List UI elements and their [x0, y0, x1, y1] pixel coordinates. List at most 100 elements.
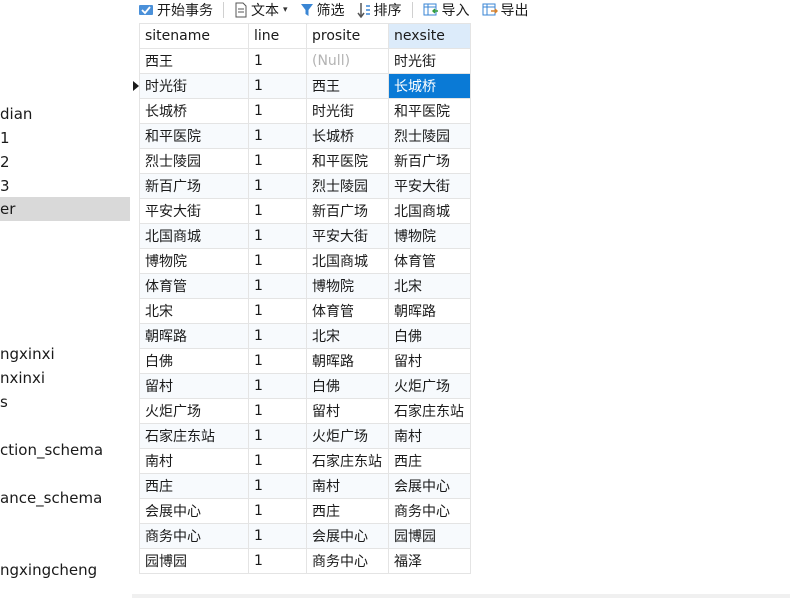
table-row[interactable]: 时光街 1 西王 长城桥 — [132, 73, 471, 99]
table-cell-prosite[interactable]: 西庄 — [306, 498, 389, 524]
table-cell-nexsite[interactable]: 长城桥 — [388, 73, 471, 99]
table-row[interactable]: 园博园 1 商务中心 福泽 — [132, 548, 471, 574]
table-cell-line[interactable]: 1 — [248, 98, 307, 124]
table-cell-nexsite[interactable]: 北国商城 — [388, 198, 471, 224]
table-cell-sitename[interactable]: 园博园 — [139, 548, 249, 574]
table-cell-line[interactable]: 1 — [248, 198, 307, 224]
table-cell-nexsite[interactable]: 时光街 — [388, 48, 471, 74]
table-cell-line[interactable]: 1 — [248, 323, 307, 349]
table-cell-sitename[interactable]: 南村 — [139, 448, 249, 474]
table-row[interactable]: 白佛 1 朝晖路 留村 — [132, 348, 471, 374]
table-cell-prosite[interactable]: 时光街 — [306, 98, 389, 124]
table-cell-prosite[interactable]: (Null) — [306, 48, 389, 74]
table-cell-line[interactable]: 1 — [248, 298, 307, 324]
table-cell-line[interactable]: 1 — [248, 448, 307, 474]
table-cell-nexsite[interactable]: 平安大街 — [388, 173, 471, 199]
table-row[interactable]: 西王 1 (Null) 时光街 — [132, 48, 471, 74]
table-row[interactable]: 烈士陵园 1 和平医院 新百广场 — [132, 148, 471, 174]
table-row[interactable]: 新百广场 1 烈士陵园 平安大街 — [132, 173, 471, 199]
table-cell-nexsite[interactable]: 烈士陵园 — [388, 123, 471, 149]
begin-transaction-button[interactable]: 开始事务 — [132, 0, 219, 20]
table-cell-line[interactable]: 1 — [248, 223, 307, 249]
table-row[interactable]: 西庄 1 南村 会展中心 — [132, 473, 471, 499]
table-cell-prosite[interactable]: 白佛 — [306, 373, 389, 399]
column-header-sitename[interactable]: sitename — [139, 23, 249, 49]
table-row[interactable]: 北宋 1 体育管 朝晖路 — [132, 298, 471, 324]
table-cell-prosite[interactable]: 长城桥 — [306, 123, 389, 149]
table-cell-line[interactable]: 1 — [248, 548, 307, 574]
table-cell-prosite[interactable]: 体育管 — [306, 298, 389, 324]
table-cell-nexsite[interactable]: 体育管 — [388, 248, 471, 274]
table-row[interactable]: 留村 1 白佛 火炬广场 — [132, 373, 471, 399]
tree-item[interactable]: 3 — [0, 174, 130, 198]
table-cell-prosite[interactable]: 烈士陵园 — [306, 173, 389, 199]
table-cell-sitename[interactable]: 朝晖路 — [139, 323, 249, 349]
table-row[interactable]: 博物院 1 北国商城 体育管 — [132, 248, 471, 274]
table-cell-prosite[interactable]: 西王 — [306, 73, 389, 99]
table-cell-prosite[interactable]: 新百广场 — [306, 198, 389, 224]
table-cell-sitename[interactable]: 留村 — [139, 373, 249, 399]
table-cell-sitename[interactable]: 和平医院 — [139, 123, 249, 149]
table-cell-sitename[interactable]: 烈士陵园 — [139, 148, 249, 174]
table-cell-nexsite[interactable]: 火炬广场 — [388, 373, 471, 399]
table-cell-line[interactable]: 1 — [248, 73, 307, 99]
table-cell-sitename[interactable]: 新百广场 — [139, 173, 249, 199]
table-cell-sitename[interactable]: 时光街 — [139, 73, 249, 99]
table-cell-sitename[interactable]: 商务中心 — [139, 523, 249, 549]
table-cell-line[interactable]: 1 — [248, 373, 307, 399]
table-cell-sitename[interactable]: 平安大街 — [139, 198, 249, 224]
table-cell-nexsite[interactable]: 商务中心 — [388, 498, 471, 524]
table-cell-sitename[interactable]: 西庄 — [139, 473, 249, 499]
table-row[interactable]: 和平医院 1 长城桥 烈士陵园 — [132, 123, 471, 149]
tree-item[interactable]: ance_schema — [0, 486, 130, 510]
text-button[interactable]: 文本 ▾ — [228, 0, 294, 20]
table-cell-line[interactable]: 1 — [248, 248, 307, 274]
table-cell-nexsite[interactable]: 新百广场 — [388, 148, 471, 174]
table-cell-sitename[interactable]: 长城桥 — [139, 98, 249, 124]
table-cell-nexsite[interactable]: 西庄 — [388, 448, 471, 474]
chevron-down-icon[interactable]: ▾ — [283, 5, 288, 15]
tree-item-selected[interactable]: er — [0, 197, 130, 221]
tree-item[interactable]: ngxingcheng — [0, 558, 130, 582]
table-cell-prosite[interactable]: 平安大街 — [306, 223, 389, 249]
tree-item[interactable]: s — [0, 390, 130, 414]
column-header-line[interactable]: line — [248, 23, 307, 49]
table-cell-nexsite[interactable]: 会展中心 — [388, 473, 471, 499]
table-cell-prosite[interactable]: 南村 — [306, 473, 389, 499]
table-cell-prosite[interactable]: 博物院 — [306, 273, 389, 299]
tree-item[interactable]: 1 — [0, 126, 130, 150]
table-cell-line[interactable]: 1 — [248, 123, 307, 149]
table-cell-line[interactable]: 1 — [248, 173, 307, 199]
table-cell-line[interactable]: 1 — [248, 273, 307, 299]
horizontal-scrollbar[interactable] — [132, 594, 790, 598]
table-cell-nexsite[interactable]: 留村 — [388, 348, 471, 374]
table-cell-prosite[interactable]: 火炬广场 — [306, 423, 389, 449]
table-cell-line[interactable]: 1 — [248, 523, 307, 549]
table-cell-line[interactable]: 1 — [248, 148, 307, 174]
table-cell-nexsite[interactable]: 和平医院 — [388, 98, 471, 124]
table-cell-line[interactable]: 1 — [248, 498, 307, 524]
table-cell-nexsite[interactable]: 博物院 — [388, 223, 471, 249]
table-cell-line[interactable]: 1 — [248, 48, 307, 74]
table-cell-nexsite[interactable]: 南村 — [388, 423, 471, 449]
table-cell-nexsite[interactable]: 石家庄东站 — [388, 398, 471, 424]
table-row[interactable]: 会展中心 1 西庄 商务中心 — [132, 498, 471, 524]
table-row[interactable]: 北国商城 1 平安大街 博物院 — [132, 223, 471, 249]
table-cell-sitename[interactable]: 会展中心 — [139, 498, 249, 524]
tree-item[interactable]: ction_schema — [0, 438, 130, 462]
table-row[interactable]: 火炬广场 1 留村 石家庄东站 — [132, 398, 471, 424]
table-cell-line[interactable]: 1 — [248, 348, 307, 374]
table-cell-sitename[interactable]: 火炬广场 — [139, 398, 249, 424]
table-cell-sitename[interactable]: 博物院 — [139, 248, 249, 274]
table-cell-nexsite[interactable]: 朝晖路 — [388, 298, 471, 324]
table-cell-line[interactable]: 1 — [248, 398, 307, 424]
tree-item[interactable]: ngxinxi — [0, 342, 130, 366]
export-button[interactable]: 导出 — [476, 0, 535, 20]
table-cell-sitename[interactable]: 石家庄东站 — [139, 423, 249, 449]
table-cell-nexsite[interactable]: 园博园 — [388, 523, 471, 549]
table-row[interactable]: 朝晖路 1 北宋 白佛 — [132, 323, 471, 349]
table-row[interactable]: 体育管 1 博物院 北宋 — [132, 273, 471, 299]
table-cell-prosite[interactable]: 和平医院 — [306, 148, 389, 174]
table-cell-prosite[interactable]: 北国商城 — [306, 248, 389, 274]
table-cell-line[interactable]: 1 — [248, 473, 307, 499]
